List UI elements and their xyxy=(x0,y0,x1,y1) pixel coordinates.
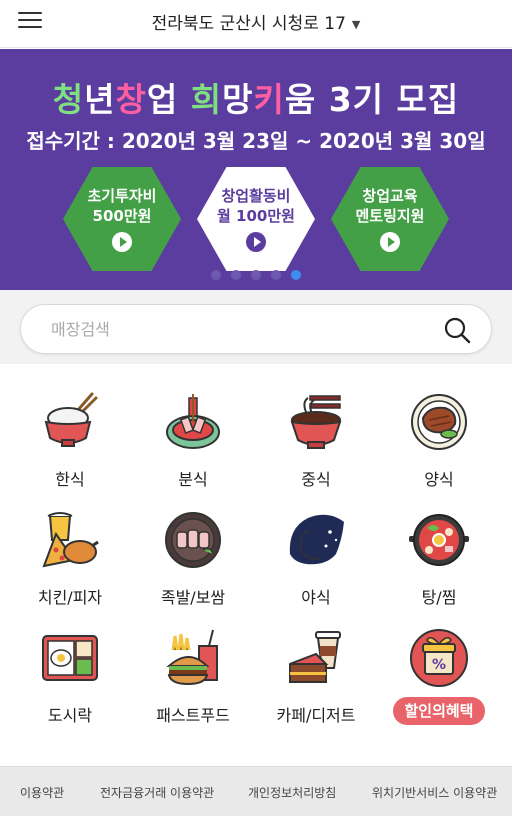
category-korean[interactable]: 한식 xyxy=(6,380,134,496)
search-icon[interactable] xyxy=(443,316,471,344)
banner-title-part: 청 xyxy=(52,80,85,119)
location-text: 전라북도 군산시 시청로 17 xyxy=(151,14,346,34)
category-label: 치킨/피자 xyxy=(37,588,103,607)
category-western[interactable]: 양식 xyxy=(375,380,503,496)
play-icon[interactable] xyxy=(112,232,132,252)
banner-period: 접수기간 : 2020년 3월 23일 ~ 2020년 3월 30일 xyxy=(26,129,486,153)
category-chinese[interactable]: 중식 xyxy=(252,380,380,496)
badge-line2: 500만원 xyxy=(92,207,152,225)
category-snack[interactable]: 분식 xyxy=(129,380,257,496)
banner-title-part: 망 xyxy=(222,80,254,119)
footer-link-e-finance-terms[interactable]: 전자금융거래 이용약관 xyxy=(100,784,214,801)
banner-title-part: 년 xyxy=(84,80,116,119)
search-section xyxy=(0,290,512,364)
footer-link-privacy[interactable]: 개인정보처리방침 xyxy=(248,784,336,801)
category-late-night[interactable]: 야식 xyxy=(252,498,380,614)
discount-pill-button[interactable]: 할인의혜택 xyxy=(393,697,485,725)
carousel-dot[interactable] xyxy=(211,270,221,280)
coffee-cake-icon xyxy=(289,631,341,683)
discount-gift-icon: % xyxy=(410,629,468,687)
category-stew[interactable]: 탕/찜 xyxy=(375,498,503,614)
search-bar xyxy=(20,304,492,354)
carousel-dot-active[interactable] xyxy=(291,270,301,280)
banner-title: 청년창업 희망키움 3기 모집 xyxy=(0,73,512,121)
category-fastfood[interactable]: 패스트푸드 xyxy=(129,616,257,732)
badge-activity-fund[interactable]: 창업활동비 월 100만원 xyxy=(197,167,315,271)
steak-plate-icon xyxy=(411,394,467,450)
banner-title-part: 키 xyxy=(253,80,285,119)
category-label: 양식 xyxy=(424,470,454,489)
banner-title-part: 창 xyxy=(115,80,147,119)
category-jokbal[interactable]: 족발/보쌈 xyxy=(129,498,257,614)
carousel-dots xyxy=(0,265,512,280)
badge-line1: 창업활동비 xyxy=(221,187,291,205)
badge-line1: 창업교육 xyxy=(362,187,418,205)
carousel-dot[interactable] xyxy=(271,270,281,280)
category-label: 족발/보쌈 xyxy=(160,588,226,607)
footer: 이용약관 전자금융거래 이용약관 개인정보처리방침 위치기반서비스 이용약관 xyxy=(0,766,512,816)
location-selector[interactable]: 전라북도 군산시 시청로 17 ▼ xyxy=(0,9,512,34)
category-label: 탕/찜 xyxy=(421,588,457,607)
tteokbokki-icon xyxy=(166,394,220,449)
badge-initial-investment[interactable]: 초기투자비 500만원 xyxy=(63,167,181,271)
footer-link-location-terms[interactable]: 위치기반서비스 이용약관 xyxy=(372,784,497,801)
play-icon[interactable] xyxy=(380,232,400,252)
badge-line2: 멘토링지원 xyxy=(355,207,425,225)
banner-title-part: 희 xyxy=(190,80,223,119)
noodle-bowl-icon xyxy=(290,395,342,449)
banner-title-part: 움 3기 모집 xyxy=(284,80,460,119)
category-chicken-pizza[interactable]: 치킨/피자 xyxy=(6,498,134,614)
badge-mentoring[interactable]: 창업교육 멘토링지원 xyxy=(331,167,449,271)
carousel-dot[interactable] xyxy=(231,270,241,280)
carousel-dot[interactable] xyxy=(251,270,261,280)
night-moon-icon xyxy=(289,514,344,565)
category-label: 도시락 xyxy=(47,706,93,725)
stew-pot-icon xyxy=(409,514,469,566)
badge-line1: 초기투자비 xyxy=(87,187,157,205)
category-label: 중식 xyxy=(301,470,331,489)
category-label: 패스트푸드 xyxy=(156,706,230,725)
category-label: 분식 xyxy=(178,470,208,489)
play-icon[interactable] xyxy=(246,232,266,252)
burger-icon xyxy=(166,629,218,686)
top-header: 전라북도 군산시 시청로 17 ▼ xyxy=(0,0,512,48)
badge-line2: 월 100만원 xyxy=(217,207,295,225)
category-cafe[interactable]: 카페/디저트 xyxy=(252,616,380,732)
category-lunchbox[interactable]: 도시락 xyxy=(6,616,134,732)
caret-down-icon: ▼ xyxy=(351,17,361,31)
lunchbox-icon xyxy=(42,635,98,681)
category-label: 야식 xyxy=(301,588,331,607)
rice-bowl-icon xyxy=(44,392,98,447)
banner-title-part: 업 xyxy=(146,80,191,119)
category-label: 한식 xyxy=(55,470,85,489)
category-label: 카페/디저트 xyxy=(276,706,356,725)
chicken-pizza-icon xyxy=(42,512,99,568)
footer-link-terms[interactable]: 이용약관 xyxy=(20,784,64,801)
category-grid: 한식 분식 중식 양식 치킨/피자 족발/보쌈 야식 탕/찜 도시락 패스트푸드… xyxy=(0,380,512,750)
store-search-input[interactable] xyxy=(51,315,431,343)
jokbal-plate-icon xyxy=(165,512,221,568)
svg-text:%: % xyxy=(432,657,446,673)
promo-banner[interactable]: 청년창업 희망키움 3기 모집 접수기간 : 2020년 3월 23일 ~ 20… xyxy=(0,49,512,290)
